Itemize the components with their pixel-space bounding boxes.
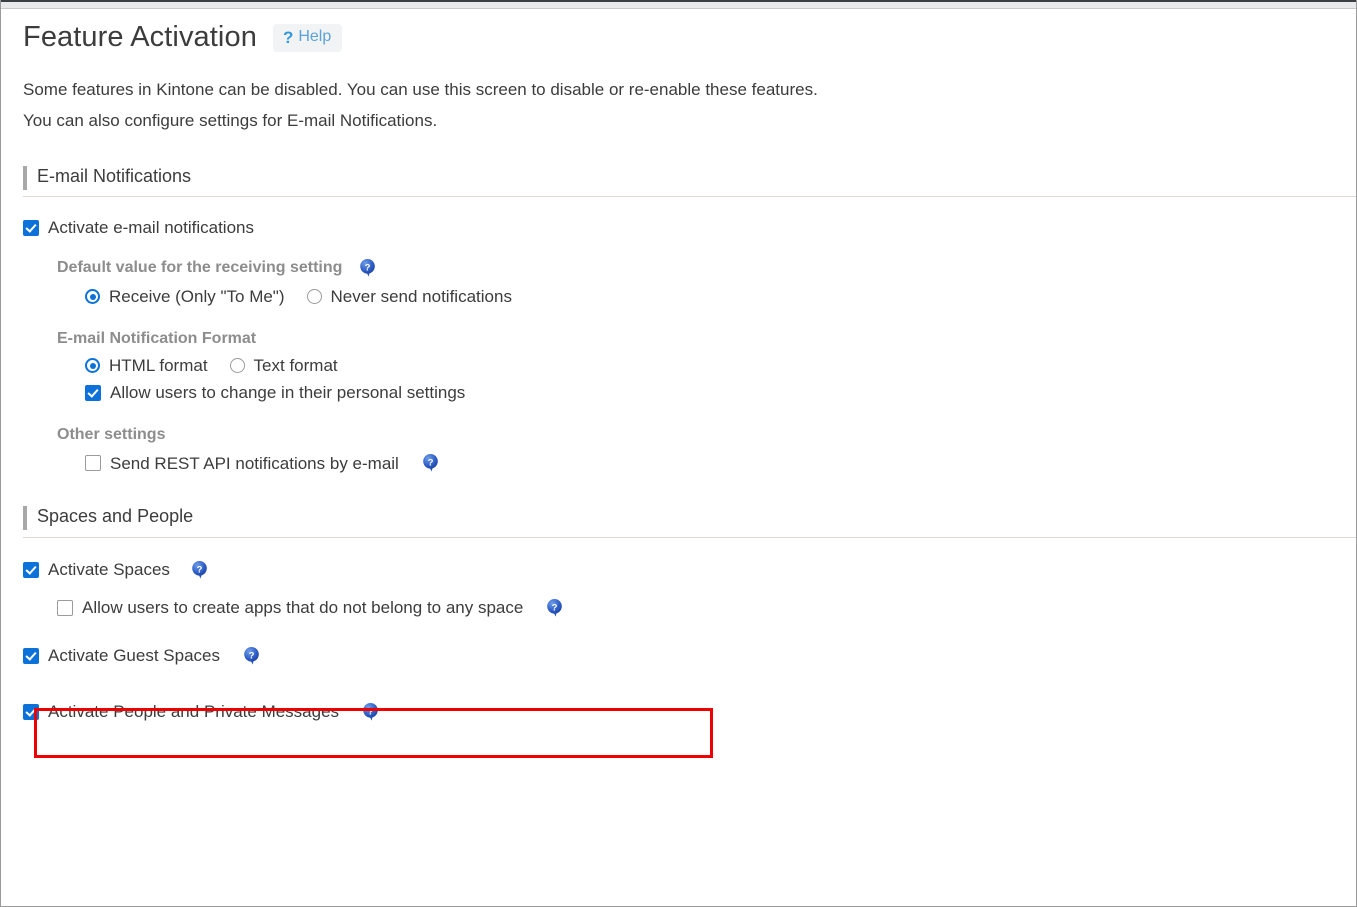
checkbox-icon-checked[interactable]	[23, 704, 39, 720]
radio-never-send-notifications[interactable]: Never send notifications	[307, 288, 512, 305]
radio-group-email-notification-format: HTML format Text format	[85, 357, 1334, 374]
checkbox-label: Activate e-mail notifications	[48, 219, 254, 236]
radio-group-default-receiving-setting: Receive (Only "To Me") Never send notifi…	[85, 288, 1334, 305]
checkbox-label: Allow users to create apps that do not b…	[82, 599, 523, 616]
intro-line-1: Some features in Kintone can be disabled…	[23, 74, 1334, 105]
svg-text:?: ?	[365, 263, 371, 274]
group-heading-other-settings: Other settings	[57, 427, 1334, 443]
radio-receive-only-to-me[interactable]: Receive (Only "To Me")	[85, 288, 285, 305]
page-title: Feature Activation	[23, 23, 257, 52]
checkbox-icon-checked[interactable]	[23, 648, 39, 664]
svg-text:?: ?	[368, 706, 374, 717]
svg-text:?: ?	[249, 650, 255, 661]
checkbox-label: Activate People and Private Messages	[48, 703, 339, 720]
help-bubble-icon[interactable]: ?	[190, 560, 209, 580]
radio-label: Never send notifications	[331, 288, 512, 305]
radio-label: HTML format	[109, 357, 208, 374]
checkbox-activate-people-and-private-messages[interactable]: Activate People and Private Messages ?	[23, 698, 1334, 726]
section-title: E-mail Notifications	[37, 166, 191, 186]
intro-line-2: You can also configure settings for E-ma…	[23, 105, 1334, 136]
radio-icon-selected[interactable]	[85, 289, 100, 304]
section-title: Spaces and People	[37, 506, 193, 526]
checkbox-activate-guest-spaces[interactable]: Activate Guest Spaces ?	[23, 642, 1334, 670]
help-bubble-icon[interactable]: ?	[358, 258, 377, 278]
group-heading-email-notification-format: E-mail Notification Format	[57, 331, 1334, 347]
radio-icon-selected[interactable]	[85, 358, 100, 373]
group-heading-label: E-mail Notification Format	[57, 331, 256, 347]
radio-icon-unselected[interactable]	[230, 358, 245, 373]
radio-label: Receive (Only "To Me")	[109, 288, 285, 305]
page-header: Feature Activation ? Help	[23, 23, 1334, 52]
checkbox-activate-email-notifications[interactable]: Activate e-mail notifications	[23, 215, 1334, 240]
checkbox-label: Activate Spaces	[48, 561, 170, 578]
help-bubble-icon[interactable]: ?	[545, 598, 564, 618]
feature-activation-screen: Feature Activation ? Help Some features …	[0, 0, 1357, 907]
checkbox-icon-checked[interactable]	[85, 385, 101, 401]
section-header-email-notifications: E-mail Notifications	[23, 165, 1356, 198]
svg-text:?: ?	[427, 458, 433, 469]
radio-icon-unselected[interactable]	[307, 289, 322, 304]
help-button[interactable]: ? Help	[273, 24, 342, 52]
section-header-spaces-and-people: Spaces and People	[23, 505, 1356, 538]
checkbox-allow-users-change-personal-settings[interactable]: Allow users to change in their personal …	[85, 384, 1334, 401]
radio-label: Text format	[254, 357, 338, 374]
question-mark-icon: ?	[283, 29, 293, 46]
help-bubble-icon[interactable]: ?	[242, 646, 261, 666]
radio-html-format[interactable]: HTML format	[85, 357, 208, 374]
svg-text:?: ?	[552, 602, 558, 613]
checkbox-allow-users-create-apps-no-space[interactable]: Allow users to create apps that do not b…	[57, 598, 1334, 618]
checkbox-icon-checked[interactable]	[23, 562, 39, 578]
group-heading-default-receiving-setting: Default value for the receiving setting …	[57, 258, 1334, 278]
checkbox-icon-checked[interactable]	[23, 220, 39, 236]
help-bubble-icon[interactable]: ?	[361, 702, 380, 722]
checkbox-icon-unchecked[interactable]	[85, 455, 101, 471]
help-bubble-icon[interactable]: ?	[421, 453, 440, 473]
checkbox-label: Allow users to change in their personal …	[110, 384, 465, 401]
group-heading-label: Default value for the receiving setting	[57, 260, 342, 276]
group-heading-label: Other settings	[57, 427, 165, 443]
checkbox-label: Activate Guest Spaces	[48, 647, 220, 664]
page-content: Feature Activation ? Help Some features …	[1, 9, 1356, 906]
radio-text-format[interactable]: Text format	[230, 357, 338, 374]
checkbox-label: Send REST API notifications by e-mail	[110, 455, 399, 472]
help-button-label: Help	[298, 29, 331, 45]
checkbox-icon-unchecked[interactable]	[57, 600, 73, 616]
window-top-band	[1, 2, 1356, 9]
checkbox-activate-spaces[interactable]: Activate Spaces ?	[23, 556, 1334, 584]
checkbox-send-rest-api-notifications[interactable]: Send REST API notifications by e-mail ?	[85, 453, 1334, 473]
intro-text: Some features in Kintone can be disabled…	[23, 74, 1334, 137]
svg-text:?: ?	[196, 564, 202, 575]
